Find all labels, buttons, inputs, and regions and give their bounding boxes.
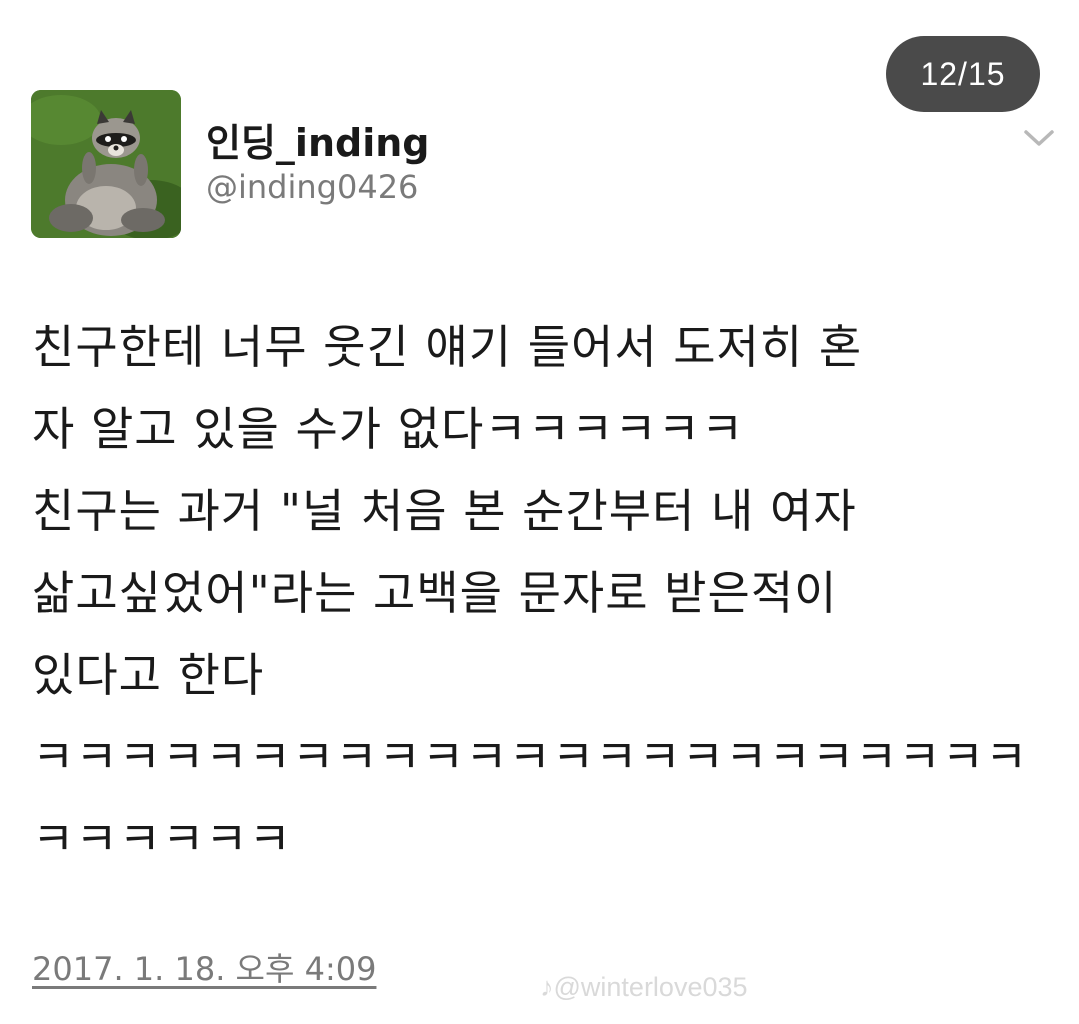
- tweet-line: 친구한테 너무 웃긴 얘기 들어서 도저히 혼: [32, 320, 863, 374]
- page-counter-badge: 12/15: [886, 36, 1040, 112]
- chevron-down-icon[interactable]: [1022, 126, 1056, 150]
- display-name[interactable]: 인딩_inding: [206, 112, 429, 167]
- tweet-text: 친구한테 너무 웃긴 얘기 들어서 도저히 혼 자 알고 있을 수가 없다ㅋㅋㅋ…: [32, 306, 1042, 880]
- tweet-line: ㅋㅋㅋㅋㅋㅋ: [32, 812, 292, 866]
- tweet-line: 친구는 과거 "널 처음 본 순간부터 내 여자: [32, 484, 857, 538]
- tweet-line: ㅋㅋㅋㅋㅋㅋㅋㅋㅋㅋㅋㅋㅋㅋㅋㅋㅋㅋㅋㅋㅋㅋㅋ: [32, 730, 1029, 784]
- tweet-line: 삶고싶었어"라는 고백을 문자로 받은적이: [32, 566, 838, 620]
- watermark: ♪@winterlove035: [540, 972, 748, 1002]
- user-handle[interactable]: @inding0426: [206, 168, 418, 206]
- tweet-line: 자 알고 있을 수가 없다ㅋㅋㅋㅋㅋㅋ: [32, 402, 745, 456]
- tweet-line: 있다고 한다: [32, 648, 265, 702]
- avatar[interactable]: [31, 90, 181, 238]
- raccoon-avatar-icon: [31, 90, 181, 238]
- tweet-timestamp-link[interactable]: 2017. 1. 18. 오후 4:09: [32, 944, 376, 990]
